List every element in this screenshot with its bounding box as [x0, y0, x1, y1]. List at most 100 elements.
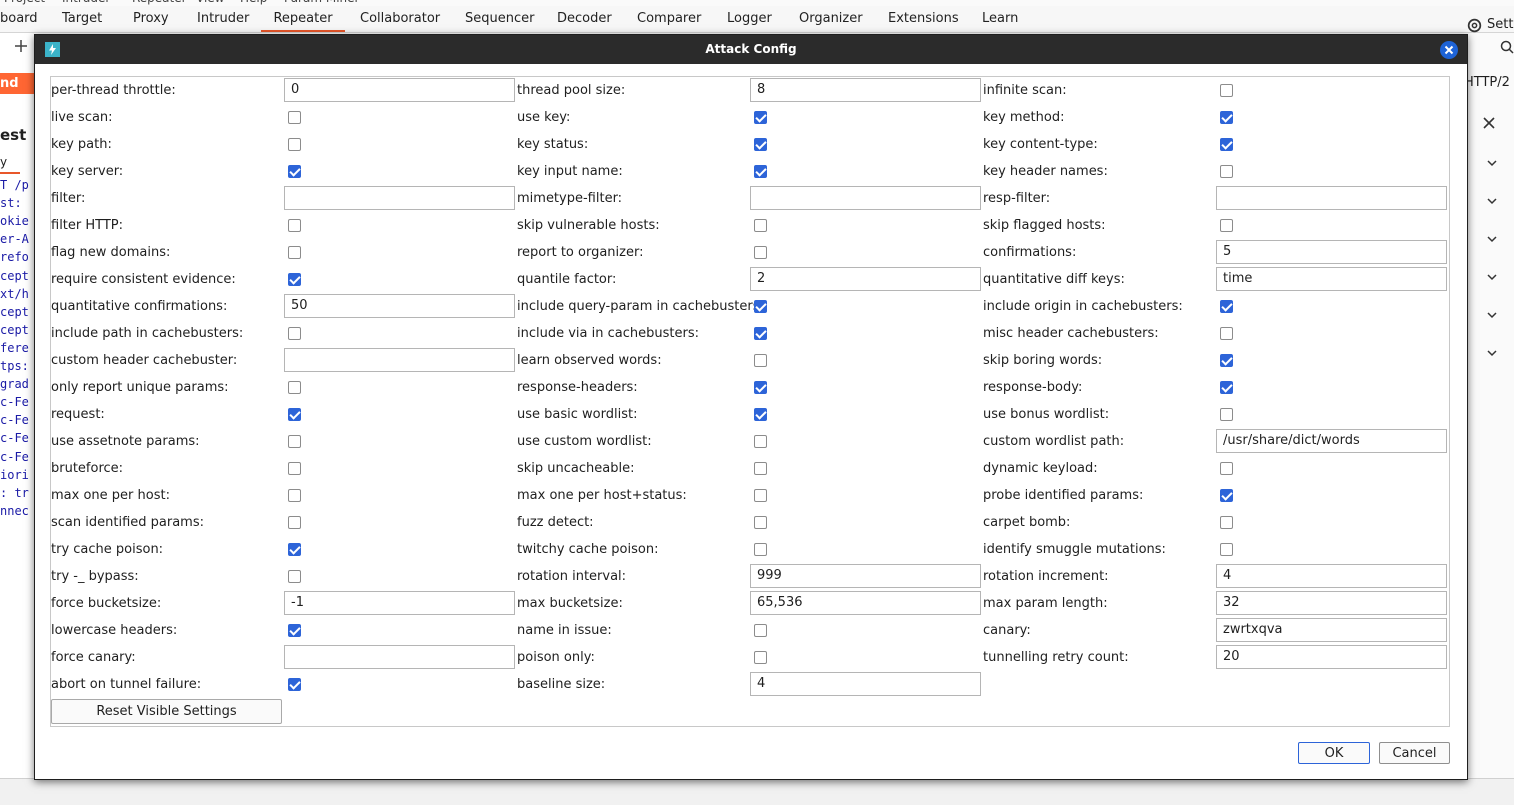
- tab-collaborator[interactable]: Collaborator: [360, 6, 440, 32]
- tab-proxy[interactable]: Proxy: [133, 6, 169, 32]
- key-server-checkbox[interactable]: [288, 165, 301, 178]
- tab-learn[interactable]: Learn: [982, 6, 1018, 32]
- chevron-down-icon[interactable]: [1486, 157, 1498, 169]
- infinite-scan-checkbox[interactable]: [1220, 84, 1233, 97]
- close-icon[interactable]: [1483, 117, 1495, 129]
- live-scan-checkbox[interactable]: [288, 111, 301, 124]
- key-header-names-checkbox[interactable]: [1220, 165, 1233, 178]
- skip-boring-words-checkbox[interactable]: [1220, 354, 1233, 367]
- chevron-down-icon[interactable]: [1486, 309, 1498, 321]
- only-report-unique-params-checkbox[interactable]: [288, 381, 301, 394]
- tab-logger[interactable]: Logger: [727, 6, 772, 32]
- menu-item-view[interactable]: View: [196, 0, 224, 5]
- probe-identified-params-checkbox[interactable]: [1220, 489, 1233, 502]
- report-to-organizer-checkbox[interactable]: [754, 246, 767, 259]
- baseline-size-field[interactable]: 4: [750, 672, 981, 696]
- twitchy-cache-poison-checkbox[interactable]: [754, 543, 767, 556]
- use-basic-wordlist-checkbox[interactable]: [754, 408, 767, 421]
- scan-identified-params-checkbox[interactable]: [288, 516, 301, 529]
- tab-comparer[interactable]: Comparer: [637, 6, 701, 32]
- require-consistent-evidence-checkbox[interactable]: [288, 273, 301, 286]
- misc-header-cachebusters-checkbox[interactable]: [1220, 327, 1233, 340]
- chevron-down-icon[interactable]: [1486, 347, 1498, 359]
- force-bucketsize-field[interactable]: -1: [284, 591, 515, 615]
- response-body-checkbox[interactable]: [1220, 381, 1233, 394]
- skip-vulnerable-hosts-checkbox[interactable]: [754, 219, 767, 232]
- max-bucketsize-field[interactable]: 65,536: [750, 591, 981, 615]
- confirmations-field[interactable]: 5: [1216, 240, 1447, 264]
- http-version-label[interactable]: HTTP/2: [1464, 75, 1510, 90]
- max-one-per-host-status-checkbox[interactable]: [754, 489, 767, 502]
- max-param-length-field[interactable]: 32: [1216, 591, 1447, 615]
- name-in-issue-checkbox[interactable]: [754, 624, 767, 637]
- use-assetnote-params-checkbox[interactable]: [288, 435, 301, 448]
- use-bonus-wordlist-checkbox[interactable]: [1220, 408, 1233, 421]
- menu-item-param-miner[interactable]: Param Miner: [284, 0, 359, 5]
- menu-item-project[interactable]: Project: [4, 0, 45, 5]
- lowercase-headers-checkbox[interactable]: [288, 624, 301, 637]
- learn-observed-words-checkbox[interactable]: [754, 354, 767, 367]
- tab-board[interactable]: board: [0, 6, 38, 32]
- menu-item-intruder[interactable]: Intruder: [62, 0, 110, 5]
- filter-http-checkbox[interactable]: [288, 219, 301, 232]
- chevron-down-icon[interactable]: [1486, 271, 1498, 283]
- tab-sequencer[interactable]: Sequencer: [465, 6, 534, 32]
- include-via-in-cachebusters-checkbox[interactable]: [754, 327, 767, 340]
- max-one-per-host-checkbox[interactable]: [288, 489, 301, 502]
- key-method-checkbox[interactable]: [1220, 111, 1233, 124]
- tab-repeater[interactable]: Repeater: [261, 6, 345, 32]
- poison-only-checkbox[interactable]: [754, 651, 767, 664]
- try-cache-poison-checkbox[interactable]: [288, 543, 301, 556]
- skip-flagged-hosts-checkbox[interactable]: [1220, 219, 1233, 232]
- response-headers-checkbox[interactable]: [754, 381, 767, 394]
- key-content-type-checkbox[interactable]: [1220, 138, 1233, 151]
- tab-intruder[interactable]: Intruder: [197, 6, 249, 32]
- tab-organizer[interactable]: Organizer: [799, 6, 863, 32]
- ok-button[interactable]: OK: [1298, 742, 1370, 764]
- per-thread-throttle-field[interactable]: 0: [284, 78, 515, 102]
- identify-smuggle-mutations-checkbox[interactable]: [1220, 543, 1233, 556]
- include-origin-in-cachebusters-checkbox[interactable]: [1220, 300, 1233, 313]
- request-checkbox[interactable]: [288, 408, 301, 421]
- abort-on-tunnel-failure-checkbox[interactable]: [288, 678, 301, 691]
- menu-item-repeater[interactable]: Repeater: [132, 0, 187, 5]
- carpet-bomb-checkbox[interactable]: [1220, 516, 1233, 529]
- include-query-param-in-cachebusters-checkbox[interactable]: [754, 300, 767, 313]
- cancel-button[interactable]: Cancel: [1379, 742, 1450, 764]
- tab-extensions[interactable]: Extensions: [888, 6, 959, 32]
- reset-visible-settings-button[interactable]: Reset Visible Settings: [51, 699, 282, 724]
- key-status-checkbox[interactable]: [754, 138, 767, 151]
- chevron-down-icon[interactable]: [1486, 195, 1498, 207]
- menu-item-help[interactable]: Help: [240, 0, 267, 5]
- use-key-checkbox[interactable]: [754, 111, 767, 124]
- tunnelling-retry-count-field[interactable]: 20: [1216, 645, 1447, 669]
- tab-decoder[interactable]: Decoder: [557, 6, 612, 32]
- custom-wordlist-path-field[interactable]: /usr/share/dict/words: [1216, 429, 1447, 453]
- filter-field[interactable]: [284, 186, 515, 210]
- resp-filter-field[interactable]: [1216, 186, 1447, 210]
- fuzz-detect-checkbox[interactable]: [754, 516, 767, 529]
- rotation-interval-field[interactable]: 999: [750, 564, 981, 588]
- quantile-factor-field[interactable]: 2: [750, 267, 981, 291]
- gear-icon[interactable]: [1466, 17, 1483, 34]
- flag-new-domains-checkbox[interactable]: [288, 246, 301, 259]
- use-custom-wordlist-checkbox[interactable]: [754, 435, 767, 448]
- include-path-in-cachebusters-checkbox[interactable]: [288, 327, 301, 340]
- thread-pool-size-field[interactable]: 8: [750, 78, 981, 102]
- plus-icon[interactable]: [14, 39, 28, 53]
- tab-target[interactable]: Target: [62, 6, 102, 32]
- bruteforce-checkbox[interactable]: [288, 462, 301, 475]
- dynamic-keyload-checkbox[interactable]: [1220, 462, 1233, 475]
- quantitative-diff-keys-field[interactable]: time: [1216, 267, 1447, 291]
- skip-uncacheable-checkbox[interactable]: [754, 462, 767, 475]
- custom-header-cachebuster-field[interactable]: [284, 348, 515, 372]
- search-icon[interactable]: [1500, 40, 1514, 54]
- canary-field[interactable]: zwrtxqva: [1216, 618, 1447, 642]
- key-path-checkbox[interactable]: [288, 138, 301, 151]
- chevron-down-icon[interactable]: [1486, 233, 1498, 245]
- try-bypass-checkbox[interactable]: [288, 570, 301, 583]
- request-subtab[interactable]: y: [0, 155, 20, 174]
- mimetype-filter-field[interactable]: [750, 186, 981, 210]
- rotation-increment-field[interactable]: 4: [1216, 564, 1447, 588]
- key-input-name-checkbox[interactable]: [754, 165, 767, 178]
